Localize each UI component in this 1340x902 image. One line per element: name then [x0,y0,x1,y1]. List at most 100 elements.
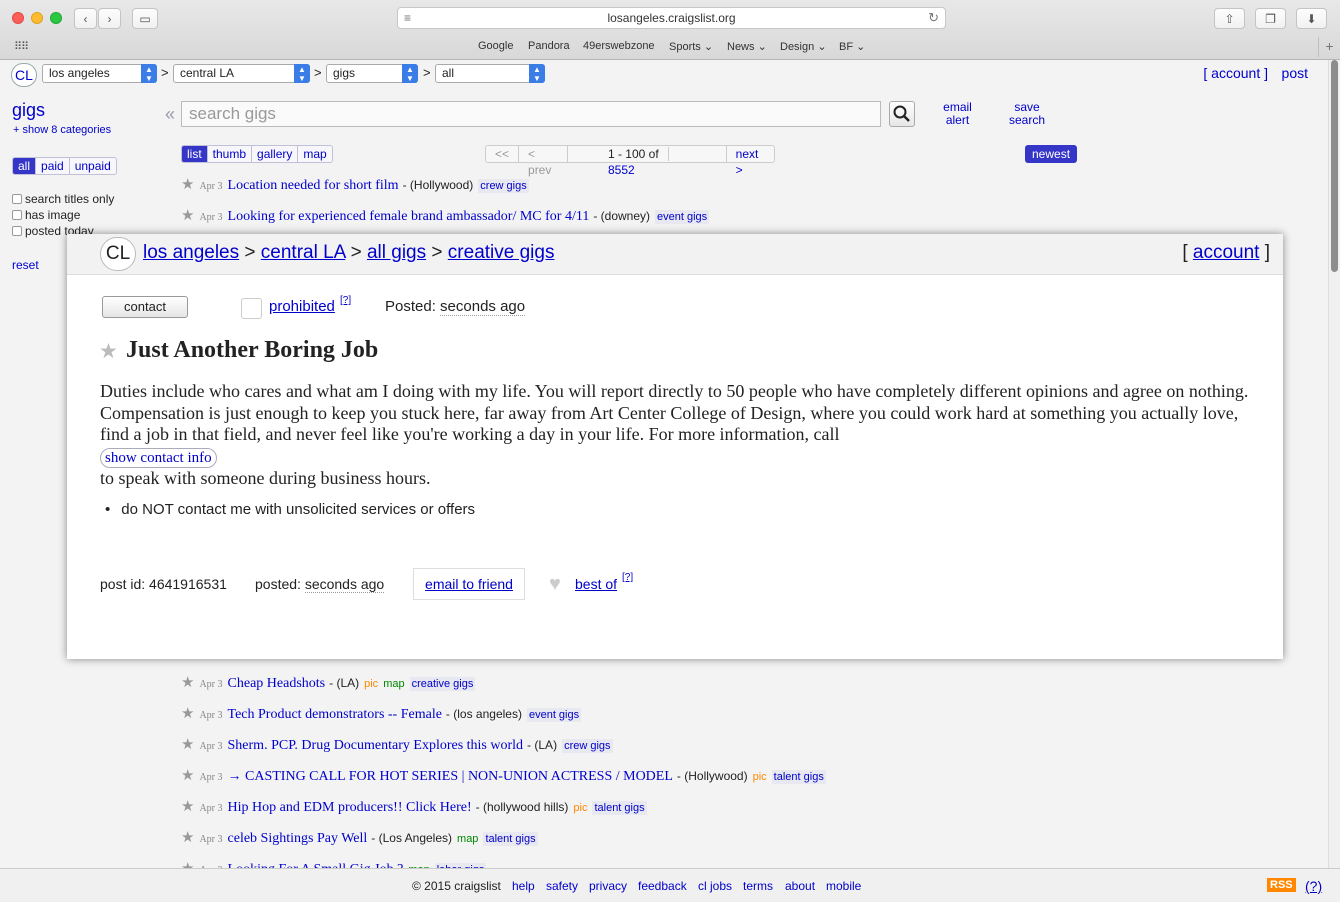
listing-title-link[interactable]: Hip Hop and EDM producers!! Click Here! [228,800,472,816]
footer-about[interactable]: about [785,879,815,893]
footer-terms[interactable]: terms [743,879,773,893]
listing-title-link[interactable]: Tech Product demonstrators -- Female [228,707,442,723]
search-titles-checkbox[interactable]: search titles only [12,192,114,206]
show-categories-link[interactable]: + show 8 categories [13,124,111,136]
search-input[interactable]: search gigs [181,101,881,127]
listing-category-link[interactable]: talent gigs [771,770,826,784]
cl-logo[interactable]: CL [11,63,37,87]
listing-category-link[interactable]: creative gigs [409,677,476,691]
best-of-help-link[interactable]: [?] [622,572,633,583]
best-of-link[interactable]: best of [575,576,617,592]
favorite-star-icon[interactable]: ★ [181,206,194,224]
show-contact-info-button[interactable]: show contact info [100,447,217,468]
reset-link[interactable]: reset [12,258,39,272]
favorite-star-icon[interactable]: ★ [181,735,194,753]
favorite-star-icon[interactable]: ★ [99,339,118,364]
filter-paid[interactable]: paid [36,158,70,174]
sort-newest-button[interactable]: newest [1025,145,1078,163]
favorite-star-icon[interactable]: ★ [181,859,194,868]
window-close-button[interactable] [12,12,24,24]
favorite-star-icon[interactable]: ★ [181,828,194,846]
sidebar-toggle-button[interactable]: ▭ [132,8,158,29]
crumb-central-la[interactable]: central LA [261,242,346,263]
crumb-all-gigs[interactable]: all gigs [367,242,426,263]
listing-title-link[interactable]: Looking for experienced female brand amb… [228,209,590,225]
grid-icon[interactable]: ⠿⠿ [14,40,29,53]
address-bar[interactable]: ≡ losangeles.craigslist.org ↻ [397,7,946,29]
listing-category-link[interactable]: crew gigs [562,739,613,753]
scrollbar-thumb[interactable] [1331,60,1338,272]
listing-category-link[interactable]: crew gigs [478,179,529,193]
favorite-star-icon[interactable]: ★ [181,673,194,691]
crumb-los-angeles[interactable]: los angeles [143,242,239,263]
rss-link[interactable]: RSS [1267,878,1296,892]
section-title[interactable]: gigs [12,100,45,121]
collapse-sidebar-icon[interactable]: « [165,104,175,125]
bookmark-49erswebzone[interactable]: 49erswebzone [583,40,655,52]
window-minimize-button[interactable] [31,12,43,24]
footer-cl-jobs[interactable]: cl jobs [698,879,732,893]
footer-help[interactable]: help [512,879,535,893]
listing-category-link[interactable]: talent gigs [483,832,538,846]
search-button[interactable] [889,101,915,127]
heart-icon[interactable]: ♥ [549,573,561,596]
listing-category-link[interactable]: event gigs [655,210,710,224]
reload-icon[interactable]: ↻ [928,8,939,28]
favorite-star-icon[interactable]: ★ [181,704,194,722]
bookmark-google[interactable]: Google [478,40,513,52]
window-zoom-button[interactable] [50,12,62,24]
footer-feedback[interactable]: feedback [638,879,687,893]
favorite-star-icon[interactable]: ★ [181,766,194,784]
bookmark-bf[interactable]: BF ⌄ [839,40,865,53]
forward-button[interactable]: › [98,8,121,29]
view-thumb[interactable]: thumb [208,146,253,162]
save-search-link[interactable]: save search [1003,101,1051,127]
crumb-creative-gigs[interactable]: creative gigs [448,242,555,263]
bookmark-sports[interactable]: Sports ⌄ [669,40,713,53]
listing-category-link[interactable]: talent gigs [592,801,647,815]
prohibited-help-link[interactable]: [?] [340,295,351,306]
post-link[interactable]: post [1282,65,1308,81]
account-link[interactable]: [ account ] [1203,65,1268,81]
email-to-friend-button[interactable]: email to friend [413,568,525,600]
footer-privacy[interactable]: privacy [589,879,627,893]
bookmark-design[interactable]: Design ⌄ [780,40,827,53]
cl-logo[interactable]: CL [100,237,136,271]
footer-safety[interactable]: safety [546,879,578,893]
view-map[interactable]: map [298,146,331,162]
bookmark-pandora[interactable]: Pandora [528,40,570,52]
filter-unpaid[interactable]: unpaid [70,158,116,174]
prev-page-button[interactable]: < prev [519,146,568,177]
account-link[interactable]: account [1193,242,1260,263]
listing-title-link[interactable]: celeb Sightings Pay Well [228,831,368,847]
subcategory-select[interactable]: all ▲ ▼ [435,64,545,83]
view-gallery[interactable]: gallery [252,146,299,162]
first-page-button[interactable]: << [486,146,520,162]
category-select[interactable]: gigs ▲ ▼ [326,64,418,83]
bookmark-news[interactable]: News ⌄ [727,40,767,53]
prohibited-flag-link[interactable]: prohibited [269,298,335,315]
listing-title-link[interactable]: Sherm. PCP. Drug Documentary Explores th… [228,738,524,754]
footer-mobile[interactable]: mobile [826,879,861,893]
has-image-checkbox[interactable]: has image [12,208,80,222]
listing-category-link[interactable]: event gigs [526,708,582,722]
page-scrollbar[interactable] [1328,60,1340,868]
flag-checkbox[interactable] [241,298,262,319]
next-page-button[interactable]: next > [727,146,774,177]
rss-help-link[interactable]: (?) [1305,878,1322,894]
listing-title-link[interactable]: → CASTING CALL FOR HOT SERIES | NON-UNIO… [228,769,673,785]
favorite-star-icon[interactable]: ★ [181,797,194,815]
new-tab-button[interactable]: + [1318,37,1340,57]
share-button[interactable]: ⇧ [1214,8,1245,29]
filter-all[interactable]: all [13,158,37,174]
listing-title-link[interactable]: Location needed for short film [228,178,399,194]
back-button[interactable]: ‹ [74,8,97,29]
email-alert-link[interactable]: email alert [935,101,980,127]
listing-title-link[interactable]: Cheap Headshots [228,676,326,692]
subarea-select[interactable]: central LA ▲ ▼ [173,64,310,83]
view-list[interactable]: list [182,146,208,162]
contact-button[interactable]: contact [102,296,188,318]
area-select[interactable]: los angeles ▲ ▼ [42,64,157,83]
tabs-overview-button[interactable]: ❐ [1255,8,1286,29]
reader-icon[interactable]: ≡ [404,8,411,28]
